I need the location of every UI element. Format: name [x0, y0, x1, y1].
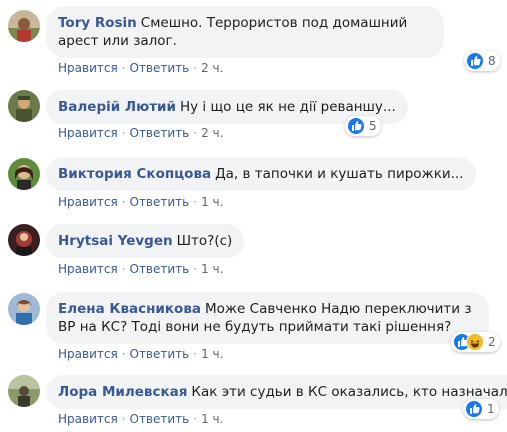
comment-actions: Нравится · Ответить · 1 ч. — [58, 195, 223, 209]
avatar[interactable] — [8, 158, 40, 190]
comment-actions: Нравится · Ответить · 1 ч. — [58, 412, 223, 426]
reaction-count: 8 — [488, 54, 496, 68]
separator: · — [121, 195, 126, 209]
comment-author[interactable]: Tory Rosin — [58, 15, 137, 31]
avatar[interactable] — [8, 90, 40, 122]
like-button[interactable]: Нравится — [58, 126, 118, 140]
separator: · — [193, 61, 198, 75]
separator: · — [193, 195, 198, 209]
haha-icon — [466, 333, 484, 351]
reply-button[interactable]: Ответить — [130, 347, 190, 361]
like-icon — [465, 400, 483, 418]
comment-text: Ну і що це як не дії реваншу... — [179, 99, 396, 115]
like-button[interactable]: Нравится — [58, 347, 118, 361]
avatar[interactable] — [8, 224, 40, 256]
avatar[interactable] — [8, 10, 40, 42]
like-icon — [466, 52, 484, 70]
comment-bubble: Tory Rosin Смешно. Террористов под домашн… — [46, 6, 444, 58]
comment-author[interactable]: Виктория Скопцова — [58, 166, 211, 182]
comment-author[interactable]: Лора Милевская — [58, 384, 187, 400]
comment-timestamp[interactable]: 1 ч. — [201, 412, 223, 426]
like-icon — [347, 117, 365, 135]
reactions-summary[interactable]: 1 — [463, 399, 499, 419]
reaction-count: 1 — [487, 402, 495, 416]
comment-text: Да, в тапочки и кушать пирожки... — [215, 166, 464, 182]
separator: · — [193, 347, 198, 361]
reaction-count: 2 — [488, 335, 496, 349]
comment-author[interactable]: Валерій Лютий — [58, 99, 176, 115]
comment-timestamp[interactable]: 1 ч. — [201, 195, 223, 209]
separator: · — [121, 126, 126, 140]
separator: · — [193, 412, 198, 426]
separator: · — [121, 347, 126, 361]
avatar[interactable] — [8, 293, 40, 325]
separator: · — [193, 126, 198, 140]
comment-timestamp[interactable]: 1 ч. — [201, 347, 223, 361]
comment-actions: Нравится · Ответить · 1 ч. — [58, 262, 223, 276]
comment-bubble: Елена Квасникова Може Савченко Надю перек… — [46, 292, 489, 344]
like-button[interactable]: Нравится — [58, 61, 118, 75]
separator: · — [121, 262, 126, 276]
avatar[interactable] — [8, 375, 40, 407]
comment-bubble: Hrytsai Yevgen Што?(с) — [46, 224, 245, 258]
reply-button[interactable]: Ответить — [130, 61, 190, 75]
separator: · — [121, 412, 126, 426]
comment-author[interactable]: Hrytsai Yevgen — [58, 233, 173, 249]
like-button[interactable]: Нравится — [58, 195, 118, 209]
reactions-summary[interactable]: 5 — [345, 116, 381, 136]
comment-actions: Нравится · Ответить · 1 ч. — [58, 347, 223, 361]
reaction-count: 5 — [369, 119, 377, 133]
reply-button[interactable]: Ответить — [130, 262, 190, 276]
comment-actions: Нравится · Ответить · 2 ч. — [58, 126, 223, 140]
reactions-summary[interactable]: 2 — [451, 332, 500, 352]
reactions-summary[interactable]: 8 — [464, 51, 500, 71]
like-button[interactable]: Нравится — [58, 412, 118, 426]
comment-timestamp[interactable]: 1 ч. — [201, 262, 223, 276]
comment-author[interactable]: Елена Квасникова — [58, 301, 201, 317]
comment-text: Што?(с) — [176, 233, 233, 249]
comment-text: Как эти судьи в КС оказались, кто назнач… — [191, 384, 507, 400]
separator: · — [121, 61, 126, 75]
comment-actions: Нравится · Ответить · 2 ч. — [58, 61, 223, 75]
reply-button[interactable]: Ответить — [130, 195, 190, 209]
comment-timestamp[interactable]: 2 ч. — [201, 61, 223, 75]
separator: · — [193, 262, 198, 276]
comment-timestamp[interactable]: 2 ч. — [201, 126, 223, 140]
reply-button[interactable]: Ответить — [130, 126, 190, 140]
like-button[interactable]: Нравится — [58, 262, 118, 276]
comment-bubble: Лора Милевская Как эти судьи в КС оказали… — [46, 375, 507, 409]
reply-button[interactable]: Ответить — [130, 412, 190, 426]
comment-bubble: Виктория Скопцова Да, в тапочки и кушать … — [46, 157, 476, 191]
